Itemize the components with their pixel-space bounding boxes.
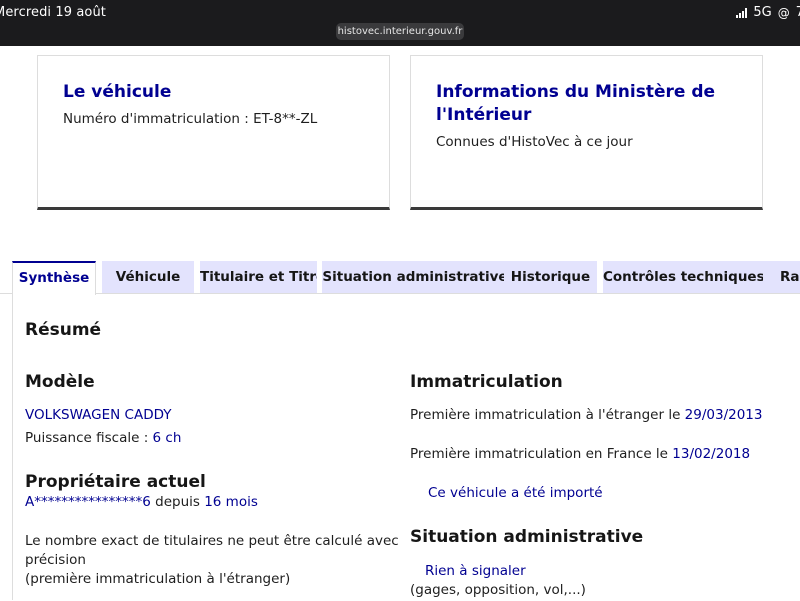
url-bar[interactable]: histovec.interieur.gouv.fr: [336, 23, 464, 40]
fiscal-power-value: 6 ch: [152, 430, 182, 446]
first-registration-foreign: Première immatriculation à l'étranger le…: [410, 407, 763, 423]
admin-heading: Situation administrative: [410, 527, 644, 547]
admin-detail: (gages, opposition, vol,...): [410, 582, 586, 598]
tab-bar: Synthèse Véhicule Titulaire et Titre Sit…: [12, 261, 800, 295]
owner-note-2: précision: [25, 552, 86, 568]
status-indicators: 5G @ 7: [736, 5, 800, 20]
tab-synthese[interactable]: Synthèse: [12, 261, 96, 295]
status-date: Mercredi 19 août: [0, 5, 107, 20]
ministry-card-title: Informations du Ministère de l'Intérieur: [436, 82, 716, 125]
tab-historique[interactable]: Historique: [504, 261, 597, 293]
network-label: 5G: [753, 5, 772, 20]
rotation-lock-icon: @: [777, 5, 790, 20]
signal-icon: [736, 7, 748, 18]
foreign-date: 29/03/2013: [684, 407, 763, 423]
owner-name: A****************6: [25, 494, 151, 510]
summary-title: Résumé: [25, 320, 102, 340]
owner-note-1: Le nombre exact de titulaires ne peut êt…: [25, 533, 399, 549]
france-date: 13/02/2018: [672, 446, 751, 462]
ministry-card-text: Connues d'HistoVec à ce jour: [436, 134, 633, 150]
tab-titulaire[interactable]: Titulaire et Titre: [200, 261, 317, 293]
owner-note-3: (première immatriculation à l'étranger): [25, 571, 291, 587]
ministry-card: Informations du Ministère de l'Intérieur…: [410, 55, 763, 210]
vehicle-card: Le véhicule Numéro d'immatriculation : E…: [37, 55, 390, 210]
battery-label: 7: [795, 5, 800, 20]
status-bar: Mercredi 19 août 5G @ 7 histovec.interie…: [0, 0, 800, 46]
vehicle-card-title: Le véhicule: [63, 82, 172, 102]
model-name: VOLKSWAGEN CADDY: [25, 407, 172, 423]
tab-situation[interactable]: Situation administrative: [322, 261, 508, 293]
model-heading: Modèle: [25, 372, 95, 392]
registration-number: Numéro d'immatriculation : ET-8**-ZL: [63, 111, 318, 127]
admin-status: Rien à signaler: [425, 563, 526, 579]
first-registration-france: Première immatriculation en France le 13…: [410, 446, 751, 462]
owner-since: 16 mois: [204, 494, 258, 510]
imported-status: Ce véhicule a été importé: [428, 485, 603, 501]
owner-heading: Propriétaire actuel: [25, 472, 206, 492]
owner-line: A****************6 depuis 16 mois: [25, 494, 258, 510]
tab-rapport[interactable]: Rap: [763, 261, 800, 293]
registration-heading: Immatriculation: [410, 372, 563, 392]
tab-controles[interactable]: Contrôles techniques: [603, 261, 763, 293]
fiscal-power: Puissance fiscale : 6 ch: [25, 430, 182, 446]
tab-vehicule[interactable]: Véhicule: [102, 261, 194, 293]
